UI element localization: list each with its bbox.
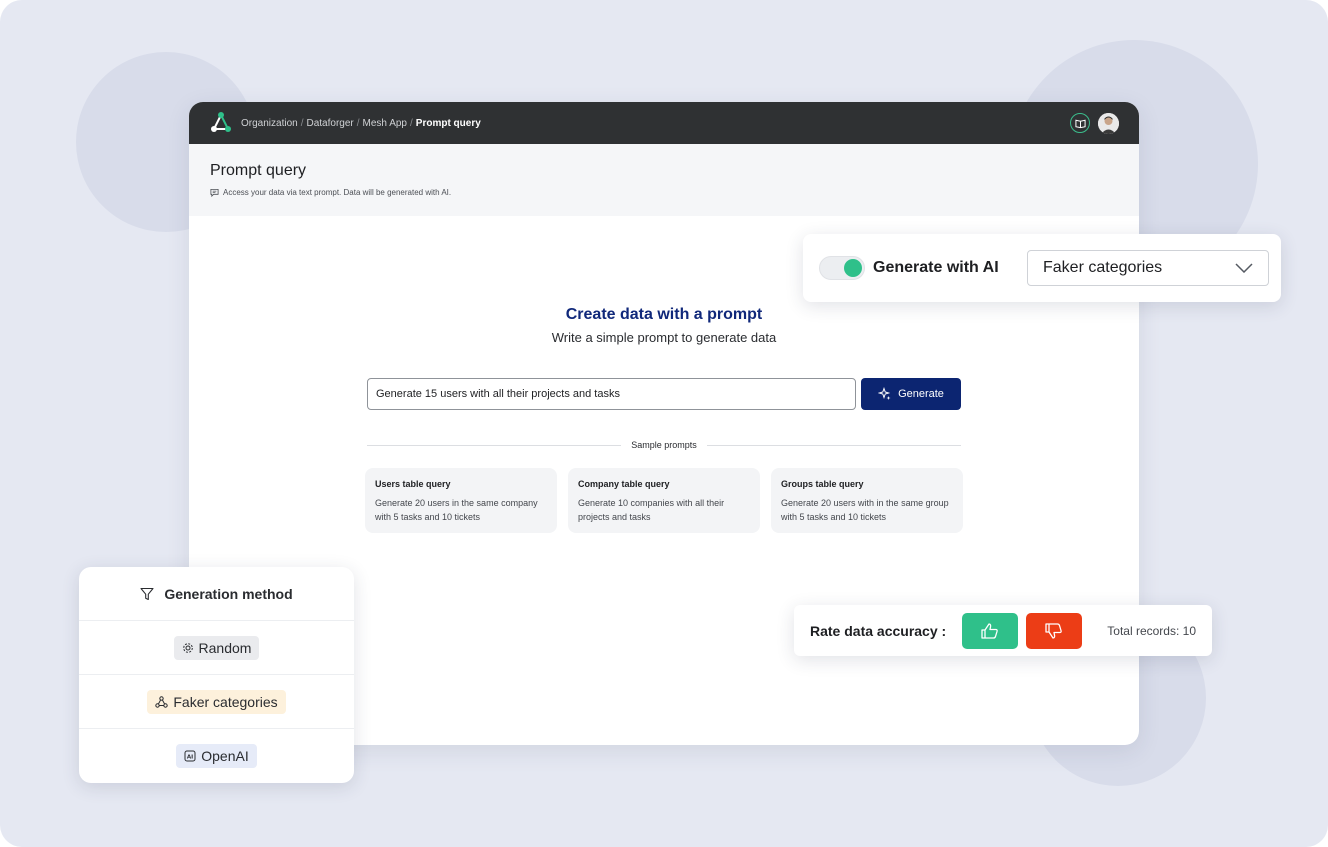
prompt-section-title: Create data with a prompt — [565, 306, 763, 323]
chat-icon — [210, 188, 219, 197]
docs-button[interactable] — [1070, 113, 1090, 133]
faker-categories-select[interactable]: Faker categories — [1027, 250, 1269, 286]
chevron-down-icon — [1235, 263, 1253, 273]
generate-button-label: Generate — [898, 388, 944, 400]
user-avatar[interactable] — [1098, 112, 1119, 134]
network-icon — [155, 695, 169, 708]
breadcrumb-separator: / — [410, 117, 413, 129]
generation-method-header: Generation method — [79, 567, 354, 621]
breadcrumb-separator: / — [356, 117, 360, 129]
generate-with-ai-toggle[interactable] — [819, 256, 865, 280]
rate-accuracy-label: Rate data accuracy : — [810, 622, 947, 639]
thumbs-up-icon — [981, 622, 998, 639]
prompt-section-subtitle: Write a simple prompt to generate data — [551, 330, 777, 345]
ai-icon: AI — [184, 750, 196, 762]
prompt-input[interactable]: Generate 15 users with all their project… — [367, 378, 856, 410]
page-title: Prompt query — [210, 162, 307, 179]
thumbs-down-button[interactable] — [1026, 612, 1083, 649]
breadcrumb-item-dataforger[interactable]: Dataforger — [306, 118, 353, 129]
generation-method-title-text: Generation method — [164, 585, 293, 602]
method-option-label: Random — [198, 639, 252, 656]
sample-prompt-cards: Users table query Generate 20 users in t… — [365, 468, 963, 533]
method-option-label: OpenAI — [201, 748, 249, 764]
dataforger-logo-icon[interactable] — [209, 111, 233, 135]
select-value: Faker categories — [1043, 259, 1163, 276]
sample-card-description: Generate 20 users in the same company wi… — [375, 498, 538, 522]
filter-icon — [140, 587, 154, 600]
page-header: Prompt query Access your data via text p… — [189, 144, 1139, 216]
breadcrumb-item-current: Prompt query — [415, 117, 481, 129]
svg-text:AI: AI — [187, 754, 193, 760]
sample-prompts-label: Sample prompts — [631, 440, 697, 450]
method-option-label: Faker categories — [173, 693, 278, 710]
method-option-openai[interactable]: AI OpenAI — [176, 744, 257, 768]
breadcrumb: Organization / Dataforger / Mesh App / P… — [241, 118, 481, 129]
method-option-row: Faker categories — [79, 675, 354, 729]
breadcrumb-separator: / — [300, 117, 304, 129]
gear-icon — [182, 642, 193, 653]
generate-with-ai-label: Generate with AI — [873, 259, 999, 276]
sparkle-icon — [878, 387, 891, 400]
toggle-knob — [844, 259, 862, 277]
sample-card-users[interactable]: Users table query Generate 20 users in t… — [365, 468, 557, 533]
sample-card-groups[interactable]: Groups table query Generate 20 users wit… — [771, 468, 963, 533]
rate-accuracy-panel: Rate data accuracy : Total records: 10 — [794, 605, 1212, 656]
page-subtitle-text: Access your data via text prompt. Data w… — [223, 188, 452, 197]
topbar-actions — [1070, 112, 1119, 134]
generation-method-panel: Generation method Random Faker categorie… — [79, 567, 354, 783]
thumbs-down-icon — [1045, 622, 1062, 639]
generate-button[interactable]: Generate — [861, 378, 961, 410]
breadcrumb-item-mesh-app[interactable]: Mesh App — [363, 118, 407, 129]
book-open-icon — [1074, 119, 1086, 128]
thumbs-up-button[interactable] — [962, 612, 1019, 649]
sample-card-title: Company table query — [578, 479, 670, 489]
method-option-row: AI OpenAI — [79, 729, 354, 783]
sample-prompts-divider: Sample prompts — [367, 440, 961, 450]
sample-card-company[interactable]: Company table query Generate 10 companie… — [568, 468, 760, 533]
sample-card-description: Generate 10 companies with all their pro… — [578, 498, 725, 522]
sample-card-description: Generate 20 users with in the same group… — [781, 498, 949, 522]
top-navigation-bar: Organization / Dataforger / Mesh App / P… — [189, 102, 1139, 144]
method-option-row: Random — [79, 621, 354, 675]
generate-with-ai-panel: Generate with AI Faker categories — [803, 234, 1281, 302]
sample-card-title: Users table query — [375, 479, 451, 489]
page-subtitle: Access your data via text prompt. Data w… — [210, 188, 1118, 197]
background-canvas: Organization / Dataforger / Mesh App / P… — [0, 0, 1328, 847]
breadcrumb-item-organization[interactable]: Organization — [241, 118, 298, 129]
generation-method-title: Generation method — [140, 585, 293, 602]
method-option-faker-categories[interactable]: Faker categories — [147, 689, 286, 714]
divider-line — [367, 444, 622, 446]
sample-card-title: Groups table query — [781, 479, 864, 489]
divider-line — [706, 444, 961, 446]
total-records: Total records: 10 — [1107, 623, 1196, 638]
user-avatar-icon — [1098, 112, 1119, 134]
method-option-random[interactable]: Random — [173, 635, 260, 660]
